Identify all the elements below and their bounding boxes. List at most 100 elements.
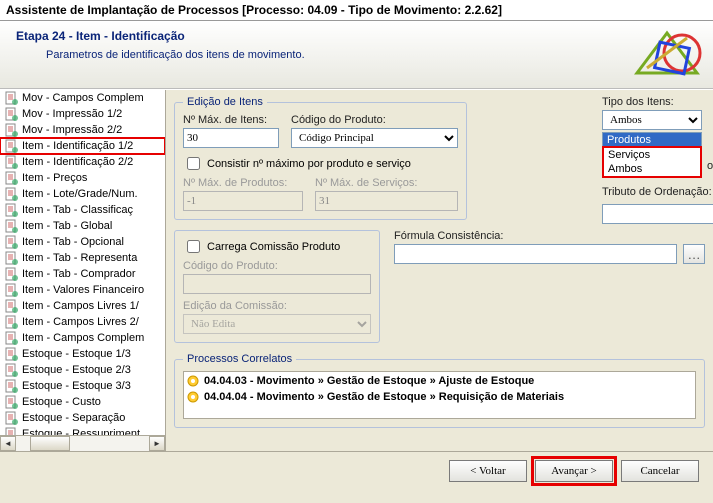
page-icon [4,379,18,393]
sidebar-item[interactable]: Mov - Impressão 1/2 [0,106,165,122]
sidebar-item-label: Estoque - Custo [22,396,101,408]
cancelar-button[interactable]: Cancelar [621,460,699,482]
label-consistir: Consistir nº máximo por produto e serviç… [207,158,411,170]
sidebar-item-label: Item - Tab - Representa [22,252,137,264]
avancar-button[interactable]: Avançar > [535,460,613,482]
checkbox-consistir[interactable] [187,157,200,170]
step-title: Etapa 24 - Item - Identificação [16,29,701,43]
processos-list[interactable]: 04.04.03 - Movimento » Gestão de Estoque… [183,371,696,419]
sidebar-item-label: Item - Identificação 2/2 [22,156,133,168]
page-icon [4,139,18,153]
page-icon [4,171,18,185]
sidebar-item-label: Mov - Impressão 2/2 [22,124,122,136]
ellipsis-icon: … [687,247,700,262]
input-formula-consistencia[interactable] [394,244,677,264]
label-max-itens: Nº Máx. de Itens: [183,114,279,126]
sidebar-item-label: Item - Lote/Grade/Num. [22,188,138,200]
page-icon [4,251,18,265]
select-codigo-produto[interactable]: Código Principal [291,128,458,148]
process-item-label: 04.04.03 - Movimento » Gestão de Estoque… [204,375,534,387]
page-icon [4,203,18,217]
sidebar-item-label: Estoque - Separação [22,412,125,424]
formula-lookup-button[interactable]: … [683,244,705,264]
sidebar-item[interactable]: Item - Campos Livres 2/ [0,314,165,330]
voltar-button[interactable]: < Voltar [449,460,527,482]
page-icon [4,107,18,121]
sidebar-item-label: Mov - Impressão 1/2 [22,108,122,120]
sidebar-item[interactable]: Item - Lote/Grade/Num. [0,186,165,202]
step-description: Parametros de identificação dos itens de… [46,49,701,61]
input-max-itens[interactable] [183,128,279,148]
wizard-footer: < Voltar Avançar > Cancelar [0,451,713,490]
scroll-right-arrow-icon[interactable]: ► [149,436,165,451]
sidebar-item[interactable]: Item - Campos Complem [0,330,165,346]
sidebar-horizontal-scrollbar[interactable]: ◄ ► [0,435,165,451]
page-icon [4,283,18,297]
sidebar-item[interactable]: Item - Preços [0,170,165,186]
processos-correlatos-fieldset: Processos Correlatos 04.04.03 - Moviment… [174,353,705,428]
sidebar-item-label: Item - Identificação 1/2 [22,140,133,152]
label-partial-ota: ota [707,160,713,172]
sidebar-item[interactable]: Estoque - Separação [0,410,165,426]
page-icon [4,315,18,329]
input-max-produtos [183,191,303,211]
sidebar-item-label: Item - Tab - Classificaç [22,204,133,216]
label-max-servicos: Nº Máx. de Serviços: [315,177,458,189]
sidebar-item[interactable]: Item - Identificação 1/2 [0,138,165,154]
sidebar-item[interactable]: Item - Tab - Comprador [0,266,165,282]
sidebar-item[interactable]: Item - Campos Livres 1/ [0,298,165,314]
checkbox-carrega-comissao[interactable] [187,240,200,253]
page-icon [4,91,18,105]
sidebar-item[interactable]: Mov - Campos Complem [0,90,165,106]
dropdown-option-produtos[interactable]: Produtos [603,133,701,147]
input-max-servicos [315,191,458,211]
process-item[interactable]: 04.04.03 - Movimento » Gestão de Estoque… [186,373,693,389]
label-codigo-produto-comissao: Código do Produto: [183,260,371,272]
scroll-left-arrow-icon[interactable]: ◄ [0,436,16,451]
select-tipo-itens[interactable]: Ambos [602,110,702,130]
sidebar-item[interactable]: Estoque - Estoque 3/3 [0,378,165,394]
dropdown-option-servicos[interactable]: Serviços [604,148,700,162]
sidebar-item[interactable]: Item - Valores Financeiro [0,282,165,298]
comissao-fieldset: Carrega Comissão Produto Código do Produ… [174,230,380,343]
sidebar-item[interactable]: Mov - Impressão 2/2 [0,122,165,138]
scrollbar-thumb[interactable] [30,436,70,451]
label-max-produtos: Nº Máx. de Produtos: [183,177,303,189]
sidebar-item[interactable]: Item - Tab - Representa [0,250,165,266]
gear-icon [186,390,200,404]
sidebar-item-label: Item - Tab - Comprador [22,268,136,280]
sidebar-item[interactable]: Item - Tab - Classificaç [0,202,165,218]
input-tributo-ordenacao[interactable] [602,204,713,224]
wizard-step-sidebar[interactable]: Mov - Campos Complem Mov - Impressão 1/2 M… [0,90,166,451]
process-item[interactable]: 04.04.04 - Movimento » Gestão de Estoque… [186,389,693,405]
sidebar-item[interactable]: Item - Tab - Global [0,218,165,234]
page-icon [4,363,18,377]
edicao-itens-legend: Edição de Itens [183,96,267,108]
label-tributo-ordenacao: Tributo de Ordenação: [602,186,712,198]
sidebar-item[interactable]: Estoque - Custo [0,394,165,410]
page-icon [4,395,18,409]
page-icon [4,299,18,313]
page-icon [4,219,18,233]
dropdown-option-ambos[interactable]: Ambos [604,162,700,176]
sidebar-item[interactable]: Item - Tab - Opcional [0,234,165,250]
sidebar-item-label: Item - Campos Livres 1/ [22,300,139,312]
sidebar-item-label: Item - Valores Financeiro [22,284,144,296]
sidebar-item-label: Item - Tab - Global [22,220,112,232]
label-codigo-produto: Código do Produto: [291,114,458,126]
label-formula-consistencia: Fórmula Consistência: [394,230,503,242]
input-codigo-produto-comissao [183,274,371,294]
sidebar-item-label: Item - Campos Complem [22,332,144,344]
sidebar-item-label: Item - Campos Livres 2/ [22,316,139,328]
sidebar-item-label: Mov - Campos Complem [22,92,144,104]
sidebar-item[interactable]: Item - Identificação 2/2 [0,154,165,170]
page-icon [4,187,18,201]
sidebar-item[interactable]: Estoque - Estoque 2/3 [0,362,165,378]
sidebar-item-label: Estoque - Estoque 3/3 [22,380,131,392]
page-icon [4,347,18,361]
tipo-itens-dropdown-list[interactable]: Produtos Serviços Ambos [602,132,702,178]
processos-correlatos-legend: Processos Correlatos [183,353,296,365]
select-edicao-comissao: Não Edita [183,314,371,334]
sidebar-item[interactable]: Estoque - Estoque 1/3 [0,346,165,362]
label-tipo-itens: Tipo dos Itens: [602,96,702,108]
